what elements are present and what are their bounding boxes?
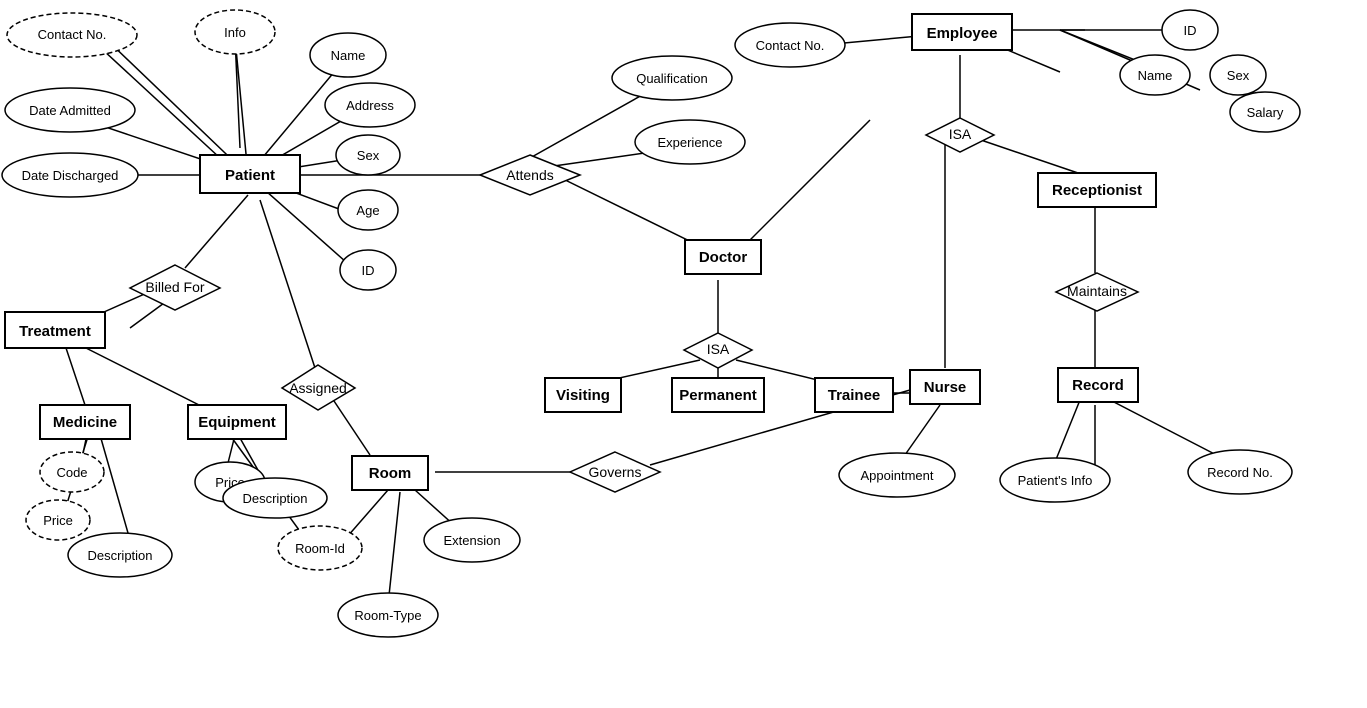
trainee-label: Trainee xyxy=(828,387,881,404)
visiting-label: Visiting xyxy=(556,387,610,404)
patient-id-label: ID xyxy=(362,263,375,278)
assigned-label: Assigned xyxy=(289,380,347,396)
doctor-isa-label: ISA xyxy=(707,341,730,357)
employee-contact-label: Contact No. xyxy=(756,38,825,53)
date-discharged-label: Date Discharged xyxy=(22,168,119,183)
employee-id-label: ID xyxy=(1184,23,1197,38)
doctor-label: Doctor xyxy=(699,249,747,266)
appointment-label: Appointment xyxy=(861,468,934,483)
nurse-label: Nurse xyxy=(924,379,967,396)
billed-for-label: Billed For xyxy=(145,279,204,295)
patients-info-label: Patient's Info xyxy=(1018,473,1093,488)
address-label: Address xyxy=(346,98,394,113)
maintains-label: Maintains xyxy=(1067,283,1127,299)
room-label: Room xyxy=(369,465,412,482)
employee-isa-label: ISA xyxy=(949,126,972,142)
treatment-label: Treatment xyxy=(19,323,91,340)
sex-label: Sex xyxy=(357,148,380,163)
extension-label: Extension xyxy=(443,533,500,548)
record-no-label: Record No. xyxy=(1207,465,1273,480)
medicine-price-label: Price xyxy=(43,513,73,528)
equipment-desc-label: Description xyxy=(242,491,307,506)
permanent-label: Permanent xyxy=(679,387,757,404)
room-id-label: Room-Id xyxy=(295,541,345,556)
receptionist-label: Receptionist xyxy=(1052,182,1142,199)
contact-no-label: Contact No. xyxy=(38,27,107,42)
qualification-label: Qualification xyxy=(636,71,708,86)
governs-label: Governs xyxy=(589,464,642,480)
employee-name-label: Name xyxy=(1138,68,1173,83)
date-admitted-label: Date Admitted xyxy=(29,103,111,118)
employee-sex-label: Sex xyxy=(1227,68,1250,83)
info-label: Info xyxy=(224,25,246,40)
equipment-label: Equipment xyxy=(198,414,276,431)
experience-label: Experience xyxy=(657,135,722,150)
er-diagram: Patient Employee Treatment Medicine Equi… xyxy=(0,0,1367,703)
attends-label: Attends xyxy=(506,167,553,183)
age-label: Age xyxy=(356,203,379,218)
room-type-label: Room-Type xyxy=(354,608,421,623)
salary-label: Salary xyxy=(1247,105,1284,120)
record-label: Record xyxy=(1072,377,1124,394)
employee-label: Employee xyxy=(927,25,998,42)
patient-name-label: Name xyxy=(331,48,366,63)
code-label: Code xyxy=(56,465,87,480)
patient-label: Patient xyxy=(225,167,275,184)
medicine-desc-label: Description xyxy=(87,548,152,563)
medicine-label: Medicine xyxy=(53,414,117,431)
